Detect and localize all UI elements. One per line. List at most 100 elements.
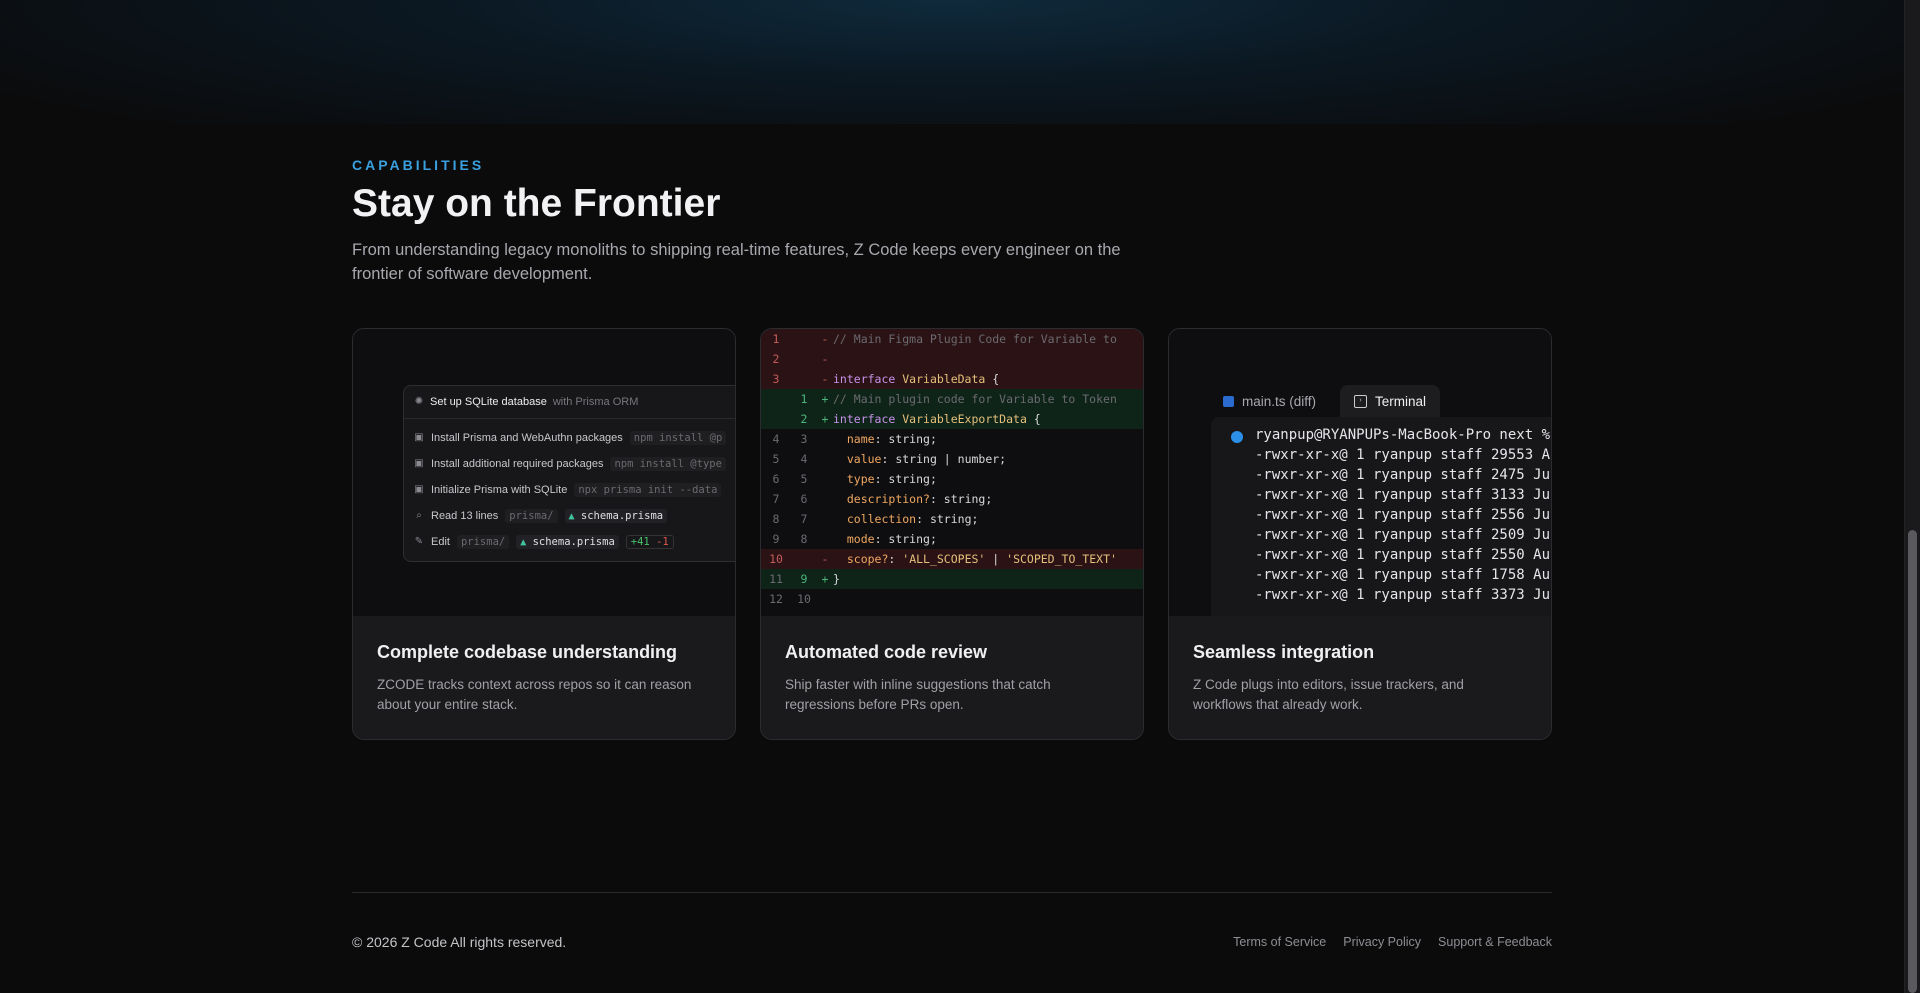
old-line-number: 10 [769, 552, 783, 566]
prisma-icon: ▲ [568, 511, 575, 522]
task-row[interactable]: ▣ Install Prisma and WebAuthn packages n… [404, 425, 735, 451]
diff-sign: + [821, 392, 829, 406]
card-title: Complete codebase understanding [377, 642, 678, 662]
tab-main-diff[interactable]: main.ts (diff) [1209, 385, 1330, 417]
diff-sign [817, 489, 833, 509]
diff-line: 2 + interface VariableExportData { [761, 409, 1143, 429]
removed-count: -1 [656, 536, 669, 548]
old-line-number: 9 [772, 532, 780, 546]
diff-line: 2- [761, 349, 1143, 369]
pencil-icon: ✎ [414, 536, 424, 547]
link-support[interactable]: Support & Feedback [1438, 935, 1552, 949]
link-privacy[interactable]: Privacy Policy [1343, 935, 1421, 949]
old-line-number: 7 [772, 492, 780, 506]
diff-sign [817, 509, 833, 529]
code-text: value: string | number; [846, 452, 1007, 466]
diff-view: 1-// Main Figma Plugin Code for Variable… [761, 329, 1143, 609]
diff-sign: - [821, 552, 829, 566]
new-line-number: 2 [800, 412, 808, 426]
old-line-number: 12 [769, 592, 783, 606]
old-line-number [761, 389, 791, 409]
code-text: type: string; [846, 472, 937, 486]
code-text: mode: string; [846, 532, 937, 546]
square-icon: ▣ [414, 484, 424, 495]
scrollbar-thumb[interactable] [1908, 530, 1917, 993]
task-label: Install additional required packages [431, 458, 604, 470]
new-line-number [791, 349, 817, 369]
new-line-number [791, 369, 817, 389]
task-row[interactable]: ▣ Initialize Prisma with SQLite npx pris… [404, 477, 735, 503]
old-line-number: 2 [772, 352, 780, 366]
section-eyebrow: CAPABILITIES [352, 157, 485, 173]
link-terms[interactable]: Terms of Service [1233, 935, 1326, 949]
task-command: npx prisma init --data [574, 483, 722, 497]
diff-line: 4 3 name: string; [761, 429, 1143, 449]
file-icon [1223, 395, 1234, 407]
diff-sign: + [821, 572, 829, 586]
file-name: schema.prisma [580, 510, 664, 522]
task-label: Initialize Prisma with SQLite [431, 484, 568, 496]
terminal-panel[interactable]: ryanpup@RYANPUPs-MacBook-Pro next % -rwxr… [1211, 417, 1551, 616]
diff-sign [817, 449, 833, 469]
card-title: Seamless integration [1193, 642, 1375, 662]
task-row[interactable]: ✎ Edit prisma/ ▲ schema.prisma +41 -1 [404, 529, 735, 555]
terminal-icon: › [1354, 394, 1368, 408]
square-icon: ▣ [414, 432, 424, 443]
task-path: prisma/ [505, 509, 558, 523]
code-text: interface VariableData { [833, 372, 1000, 386]
code-text: scope?: 'ALL_SCOPES' | 'SCOPED_TO_TEXT' [846, 552, 1117, 566]
card-codebase-understanding: ✺ Set up SQLite database with Prisma ORM… [352, 328, 736, 740]
old-line-number: 1 [772, 332, 780, 346]
added-count: +41 [630, 536, 650, 548]
diff-sign: - [821, 372, 829, 386]
diff-sign: - [821, 352, 829, 366]
old-line-number: 6 [772, 472, 780, 486]
terminal-line: -rwxr-xr-x@ 1 ryanpup staff 3133 Ju [1255, 487, 1551, 503]
new-line-number: 7 [800, 512, 808, 526]
terminal-line: -rwxr-xr-x@ 1 ryanpup staff 29553 A [1255, 447, 1551, 463]
new-line-number [791, 549, 817, 569]
code-text: description?: string; [846, 492, 993, 506]
diff-sign: + [821, 412, 829, 426]
diff-line: 1 + // Main plugin code for Variable to To… [761, 389, 1143, 409]
old-line-number: 3 [772, 372, 780, 386]
card-description: Ship faster with inline suggestions that… [785, 677, 1051, 712]
old-line-number: 4 [772, 432, 780, 446]
diff-line: 8 7 collection: string; [761, 509, 1143, 529]
diff-sign [817, 469, 833, 489]
tab-label: Terminal [1375, 393, 1427, 409]
task-row[interactable]: ▣ Install additional required packages n… [404, 451, 735, 477]
task-row[interactable]: ⌕ Read 13 lines prisma/ ▲ schema.prisma [404, 503, 735, 529]
diff-line: 11 9 +} [761, 569, 1143, 589]
footer-divider [352, 892, 1552, 893]
new-line-number: 1 [800, 392, 808, 406]
search-icon: ⌕ [416, 510, 422, 521]
diff-stat: +41 -1 [625, 535, 674, 549]
card-visual: ✺ Set up SQLite database with Prisma ORM… [353, 329, 735, 616]
spinner-icon: ✺ [414, 396, 424, 407]
task-header: ✺ Set up SQLite database with Prisma ORM [404, 386, 735, 419]
code-text: // Main Figma Plugin Code for Variable t… [833, 332, 1117, 346]
task-label: Read 13 lines [431, 510, 499, 522]
code-text: } [833, 572, 840, 586]
footer-links: Terms of Service Privacy Policy Support … [1233, 935, 1552, 949]
diff-line: 12 10 [761, 589, 1143, 609]
card-title: Automated code review [785, 642, 988, 662]
card-description: Z Code plugs into editors, issue tracker… [1193, 677, 1464, 712]
task-command: npm install @type [610, 457, 726, 471]
footer-copyright: © 2026 Z Code All rights reserved. [352, 934, 567, 950]
new-line-number: 8 [800, 532, 808, 546]
diff-sign [817, 589, 833, 609]
new-line-number [791, 329, 817, 349]
diff-sign [817, 429, 833, 449]
old-line-number: 8 [772, 512, 780, 526]
terminal-line: -rwxr-xr-x@ 1 ryanpup staff 3373 Ju [1255, 587, 1551, 603]
diff-line: 7 6 description?: string; [761, 489, 1143, 509]
diff-line: 1 -// Main Figma Plugin Code for Variable… [761, 329, 1143, 349]
editor-tabs: main.ts (diff) › Terminal [1209, 385, 1441, 417]
new-line-number: 10 [797, 592, 811, 606]
new-line-number: 4 [800, 452, 808, 466]
terminal-line: -rwxr-xr-x@ 1 ryanpup staff 2550 Au [1255, 547, 1551, 563]
diff-sign [817, 529, 833, 549]
tab-terminal[interactable]: › Terminal [1340, 385, 1441, 417]
